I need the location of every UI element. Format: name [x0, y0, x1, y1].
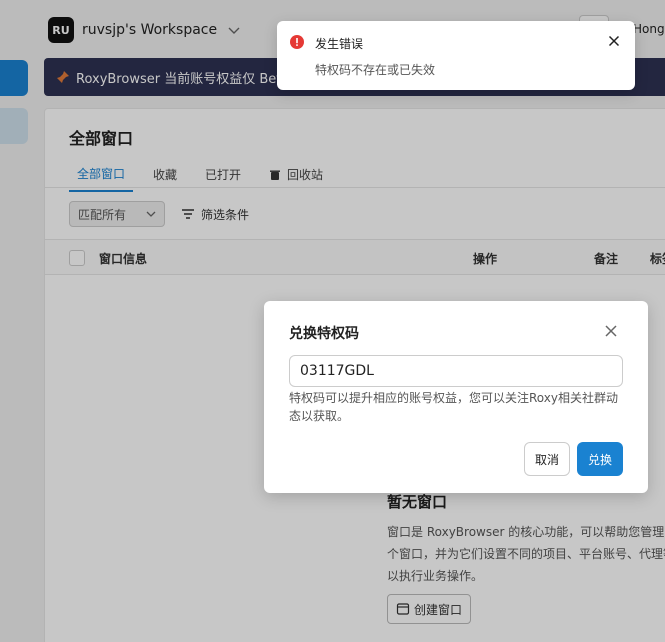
redeem-code-dialog: 兑换特权码 特权码可以提升相应的账号权益，您可以关注Roxy相关社群动态以获取。…	[264, 301, 648, 493]
toast-message: 特权码不存在或已失效	[315, 63, 436, 77]
dialog-title: 兑换特权码	[289, 326, 359, 342]
app-window: RU ruvsjp's Workspace Hong RoxyBrowser 当…	[0, 0, 665, 642]
toast-title: 发生错误	[315, 37, 364, 51]
error-icon	[290, 35, 304, 49]
close-icon[interactable]	[604, 324, 618, 338]
redeem-button[interactable]: 兑换	[577, 442, 623, 476]
redeem-code-input[interactable]	[289, 355, 623, 387]
close-icon[interactable]	[608, 35, 620, 47]
cancel-button[interactable]: 取消	[524, 442, 570, 476]
error-toast: 发生错误 特权码不存在或已失效	[277, 21, 635, 90]
redeem-hint-text: 特权码可以提升相应的账号权益，您可以关注Roxy相关社群动态以获取。	[289, 391, 618, 423]
